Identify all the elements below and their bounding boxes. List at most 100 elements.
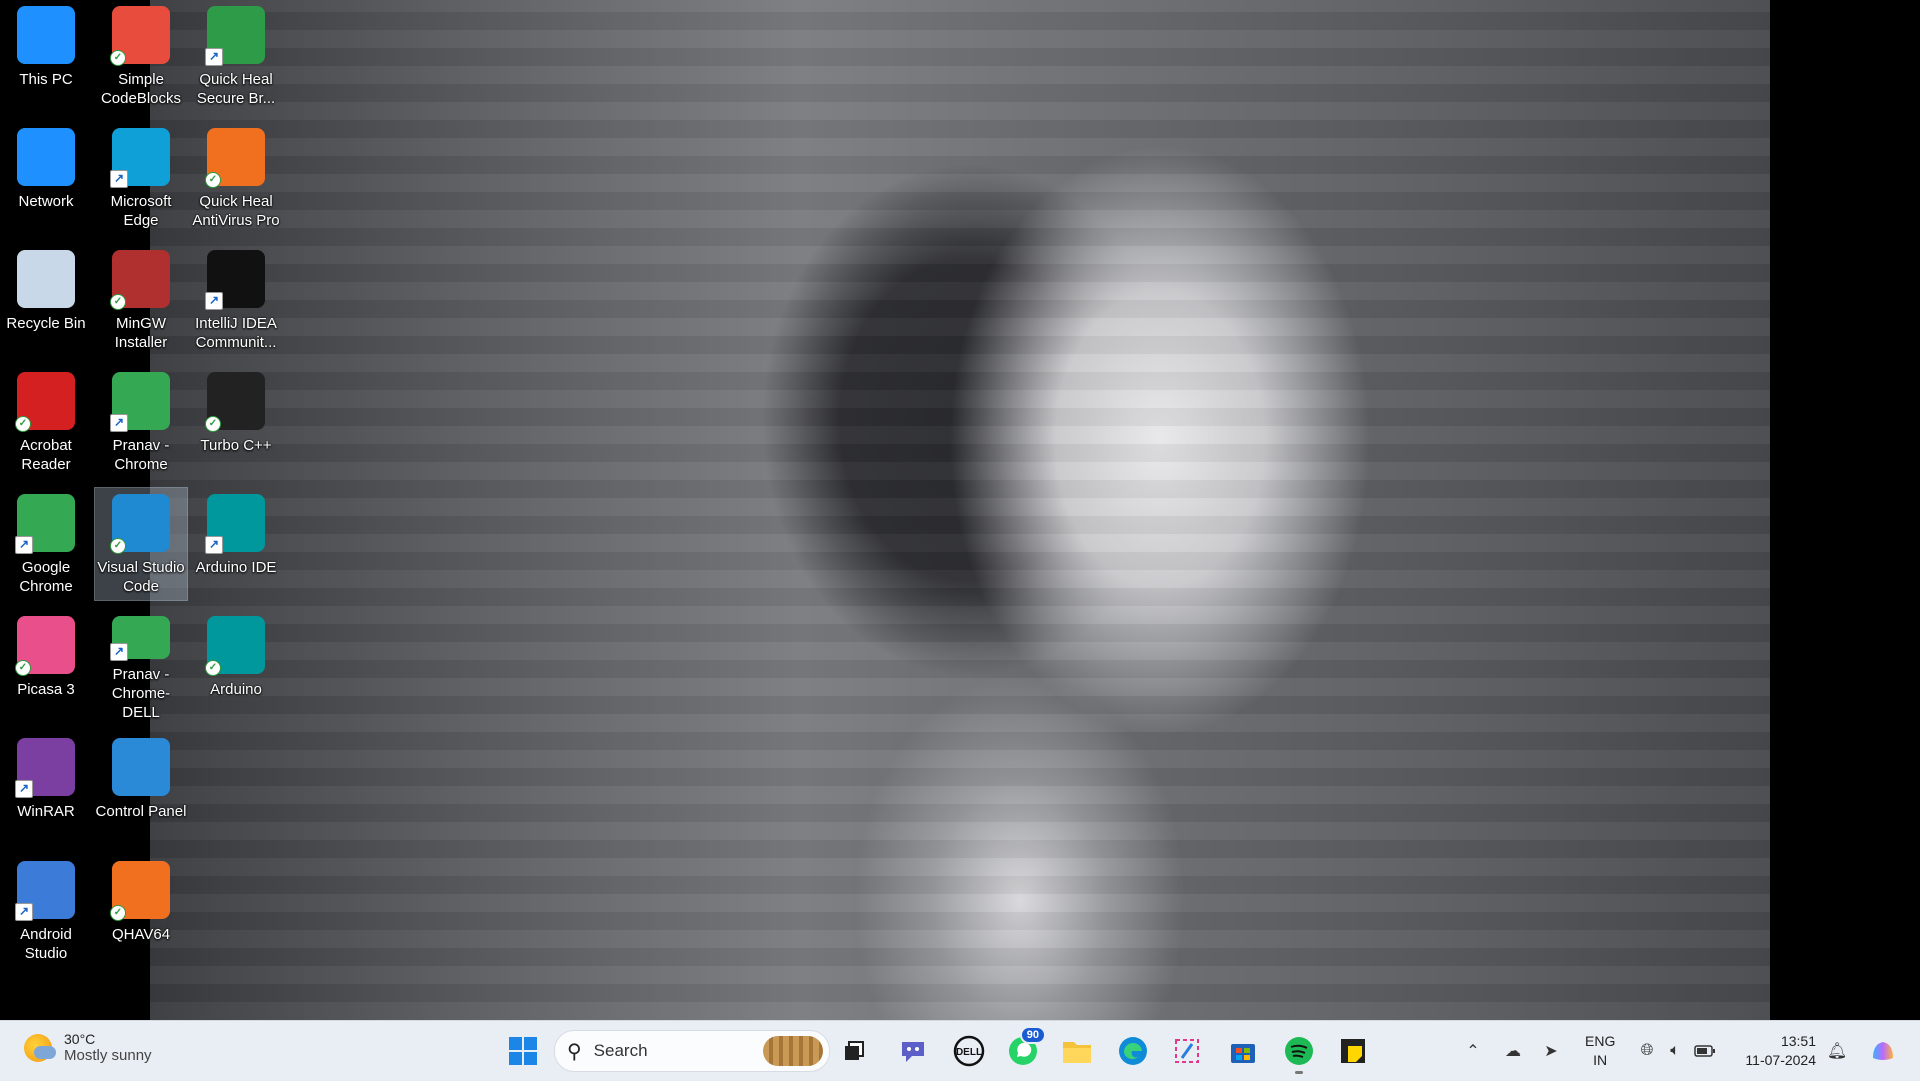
system-clock[interactable]: 13:51 11-07-2024 [1728, 1032, 1816, 1070]
desktop-icon-android-studio[interactable]: ↗ Android Studio [0, 855, 92, 967]
desktop-icon-quickheal-browser[interactable]: ↗ Quick Heal Secure Br... [190, 0, 282, 112]
desktop-icon-network[interactable]: Network [0, 122, 92, 234]
taskbar-edge[interactable] [1116, 1034, 1150, 1068]
notification-bell-icon[interactable]: 🔔︎ [1826, 1040, 1848, 1062]
shortcut-arrow-icon: ↗ [15, 780, 33, 798]
desktop-icon-monitor[interactable]: This PC [0, 0, 92, 112]
desktop-icon-quickheal[interactable]: ✓ Quick Heal AntiVirus Pro [190, 122, 282, 234]
svg-text:DELL: DELL [956, 1047, 982, 1058]
arduino-icon: ✓ [205, 616, 265, 676]
desktop-icon-chrome-profile[interactable]: ↗ Pranav - Chrome [95, 366, 187, 478]
weather-condition: Mostly sunny [64, 1047, 152, 1064]
volume-icon[interactable]: 🔈︎ [1664, 1040, 1686, 1062]
desktop-icon-label: Google Chrome [19, 559, 73, 595]
weather-sun-cloud-icon [24, 1033, 56, 1062]
sync-status-icon: ✓ [110, 50, 126, 66]
chat-icon [902, 1042, 924, 1062]
sync-status-icon: ✓ [110, 294, 126, 310]
battery-icon[interactable] [1694, 1040, 1716, 1062]
desktop-icon-edge[interactable]: ↗ Microsoft Edge [95, 122, 187, 234]
taskbar-teams-chat[interactable] [896, 1034, 930, 1068]
desktop-icon-label: Arduino IDE [195, 559, 277, 576]
snipping-tool-icon [1175, 1039, 1199, 1063]
task-view-button[interactable] [838, 1034, 872, 1068]
desktop-icon-label: This PC [19, 71, 73, 88]
quickheal-browser-icon: ↗ [205, 6, 265, 66]
chrome-profile-icon: ↗ [110, 616, 170, 661]
desktop-icon-turbo-cpp[interactable]: ✓ Turbo C++ [190, 366, 282, 478]
shortcut-arrow-icon: ↗ [110, 643, 128, 661]
turbo-cpp-icon: ✓ [205, 372, 265, 432]
desktop-icon-intellij[interactable]: ↗ IntelliJ IDEA Communit... [190, 244, 282, 356]
android-studio-icon: ↗ [15, 861, 75, 921]
desktop-icon-label: Quick Heal AntiVirus Pro [192, 193, 280, 229]
desktop-icon-vscode[interactable]: ✓ Visual Studio Code [94, 487, 188, 601]
onedrive-offline-icon[interactable]: ☁ [1502, 1040, 1524, 1062]
clock-date: 11-07-2024 [1745, 1052, 1816, 1068]
desktop-icon-chrome[interactable]: ↗ Google Chrome [0, 488, 92, 600]
sync-status-icon: ✓ [205, 416, 221, 432]
sync-status-icon: ✓ [110, 538, 126, 554]
recycle-bin-icon [17, 250, 75, 308]
edge-icon: ↗ [110, 128, 170, 188]
desktop-icon-mingw[interactable]: ✓ MinGW Installer [95, 244, 187, 356]
desktop-icon-label: Visual Studio Code [97, 559, 185, 595]
language-code: ENG [1585, 1033, 1616, 1049]
desktop-icon-label: WinRAR [17, 803, 75, 820]
taskbar-microsoft-store[interactable] [1226, 1034, 1260, 1068]
control-panel-icon [112, 738, 170, 796]
desktop-icon-picasa[interactable]: ✓ Picasa 3 [0, 610, 92, 722]
start-button[interactable] [504, 1032, 542, 1070]
taskbar-search-box[interactable]: ⚲ Search [554, 1030, 830, 1072]
desktop-icon-qhav64[interactable]: ✓ QHAV64 [95, 855, 187, 967]
shortcut-arrow-icon: ↗ [205, 536, 223, 554]
copilot-button[interactable] [1868, 1036, 1898, 1066]
acrobat-icon: ✓ [15, 372, 75, 432]
input-language-indicator[interactable]: ENG IN [1585, 1032, 1615, 1070]
desktop-icon-arduino-ide[interactable]: ↗ Arduino IDE [190, 488, 282, 600]
taskbar-file-explorer[interactable] [1060, 1034, 1094, 1068]
shortcut-arrow-icon: ↗ [205, 48, 223, 66]
spotify-icon [1285, 1037, 1313, 1065]
taskbar-spotify[interactable] [1282, 1034, 1316, 1074]
desktop-icon-chrome-profile[interactable]: ↗ Pranav - Chrome-DELL [95, 610, 187, 722]
picasa-icon: ✓ [15, 616, 75, 676]
mingw-icon: ✓ [110, 250, 170, 310]
taskbar-whatsapp[interactable]: 90 [1006, 1026, 1046, 1068]
desktop-icon-arduino[interactable]: ✓ Arduino [190, 610, 282, 722]
desktop-icon-label: MinGW Installer [114, 315, 168, 351]
shortcut-arrow-icon: ↗ [110, 414, 128, 432]
location-icon[interactable]: ➤ [1540, 1040, 1562, 1062]
clock-time: 13:51 [1780, 1033, 1816, 1049]
vscode-icon: ✓ [110, 494, 170, 554]
chrome-profile-icon: ↗ [110, 372, 170, 432]
network-globe-icon[interactable]: 🌐︎ [1636, 1040, 1658, 1062]
desktop-icon-label: Acrobat Reader [20, 437, 72, 473]
taskbar-dell[interactable]: DELL [952, 1034, 986, 1068]
shortcut-arrow-icon: ↗ [15, 536, 33, 554]
taskbar-snipping-tool[interactable] [1170, 1034, 1204, 1068]
show-hidden-icons-chevron-icon[interactable]: ⌃ [1462, 1040, 1484, 1062]
winrar-icon: ↗ [15, 738, 75, 798]
shortcut-arrow-icon: ↗ [205, 292, 223, 310]
desktop-icon-recycle-bin[interactable]: Recycle Bin [0, 244, 92, 356]
weather-temperature: 30°C [64, 1031, 96, 1047]
desktop-icon-label: Turbo C++ [200, 437, 272, 454]
desktop-icon-acrobat[interactable]: ✓ Acrobat Reader [0, 366, 92, 478]
desktop-icon-winrar[interactable]: ↗ WinRAR [0, 732, 92, 844]
folder-icon [1063, 1042, 1091, 1063]
desktop-icon-label: Pranav - Chrome-DELL [111, 666, 171, 721]
whatsapp-notification-badge: 90 [1019, 1026, 1046, 1044]
desktop-icon-codeblocks[interactable]: ✓ Simple CodeBlocks [95, 0, 187, 112]
wallpaper-border [1770, 0, 1920, 1020]
weather-widget[interactable]: 30°C Mostly sunny [24, 1031, 152, 1064]
sync-status-icon: ✓ [205, 660, 221, 676]
task-view-icon [845, 1041, 864, 1060]
taskbar-sticky-notes[interactable] [1336, 1034, 1370, 1068]
sync-status-icon: ✓ [15, 660, 31, 676]
codeblocks-icon: ✓ [110, 6, 170, 66]
desktop-icon-label: Simple CodeBlocks [100, 71, 182, 107]
desktop-icon-control-panel[interactable]: Control Panel [95, 732, 187, 844]
desktop-icon-label: Microsoft Edge [110, 193, 172, 229]
sync-status-icon: ✓ [110, 905, 126, 921]
